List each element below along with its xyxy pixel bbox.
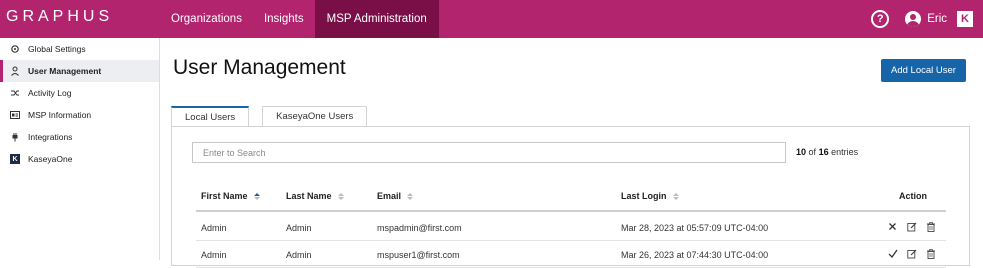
tab-local-users[interactable]: Local Users [171,106,250,127]
main-nav: Organizations Insights MSP Administratio… [160,0,439,38]
x-icon[interactable] [887,221,898,232]
sort-ascending-icon [253,192,260,200]
id-card-icon [10,110,20,120]
entries-shown: 10 [796,147,807,157]
cell-last-login: Mar 26, 2023 at 07:44:30 UTC-04:00 [621,250,769,260]
sidebar-item-label: MSP Information [28,110,92,120]
user-avatar-icon [905,11,922,27]
cell-email: mspadmin@first.com [377,223,462,233]
edit-icon[interactable] [906,221,917,232]
column-label: First Name [201,191,248,201]
column-header-last-name[interactable]: Last Name [286,191,344,201]
row-actions [887,248,936,259]
nav-organizations[interactable]: Organizations [160,0,253,38]
check-icon[interactable] [887,248,898,259]
add-local-user-button[interactable]: Add Local User [881,59,966,82]
column-label: Last Name [286,191,332,201]
top-navigation-bar: GRAPHUS Organizations Insights MSP Admin… [0,0,983,38]
sidebar-item-user-management[interactable]: User Management [0,60,159,82]
cell-first-name: Admin [201,223,227,233]
sidebar-item-label: Activity Log [28,88,72,98]
graphus-logo[interactable]: GRAPHUS [6,8,113,26]
logo-text: GRAPHUS [6,8,114,25]
nav-msp-administration[interactable]: MSP Administration [314,0,439,38]
column-header-last-login[interactable]: Last Login [621,191,679,201]
sidebar-item-integrations[interactable]: Integrations [0,126,159,148]
user-tabs: Local Users KaseyaOne Users [171,106,368,127]
trash-icon[interactable] [925,221,936,232]
sidebar: Global Settings User Management Activity… [0,38,160,260]
sort-icon [407,192,414,200]
cell-last-name: Admin [286,223,312,233]
sidebar-item-activity-log[interactable]: Activity Log [0,82,159,104]
sidebar-item-label: KaseyaOne [28,154,73,164]
kaseya-icon: K [10,154,20,164]
user-name: Eric [927,13,947,25]
cell-last-name: Admin [286,250,312,260]
sidebar-item-kaseyaone[interactable]: K KaseyaOne [0,148,159,170]
entries-of: of [808,147,817,157]
column-label: Email [377,191,402,201]
entries-suffix: entries [831,147,859,157]
cell-first-name: Admin [201,250,227,260]
plug-icon [10,132,20,142]
nav-insights[interactable]: Insights [253,0,315,38]
row-actions [887,221,936,232]
column-header-action: Action [899,191,927,201]
column-label: Action [899,191,927,201]
user-icon [10,66,20,76]
sidebar-item-label: Global Settings [28,44,86,54]
sidebar-item-label: Integrations [28,132,73,142]
edit-icon[interactable] [906,248,917,259]
column-header-first-name[interactable]: First Name [201,191,260,201]
help-icon[interactable]: ? [871,10,890,28]
sort-icon [337,192,344,200]
search-input[interactable] [192,142,786,163]
sort-icon [672,192,679,200]
kaseya-icon[interactable]: K [957,11,973,27]
table-row: Admin Admin mspadmin@first.com Mar 28, 2… [196,214,946,241]
table-row: Admin Admin mspuser1@first.com Mar 26, 2… [196,241,946,268]
kaseya-icon-glyph: K [10,154,20,164]
shuffle-icon [10,88,20,98]
column-header-email[interactable]: Email [377,191,414,201]
top-right-controls: ? Eric K [871,0,973,38]
cell-email: mspuser1@first.com [377,250,460,260]
column-label: Last Login [621,191,667,201]
user-menu[interactable]: Eric [905,11,947,27]
tab-kaseyaone-users[interactable]: KaseyaOne Users [262,106,368,127]
entries-total: 16 [818,147,829,157]
sidebar-item-label: User Management [28,66,102,76]
page-title: User Management [173,56,346,79]
trash-icon[interactable] [925,248,936,259]
sidebar-item-global-settings[interactable]: Global Settings [0,38,159,60]
sidebar-item-msp-information[interactable]: MSP Information [0,104,159,126]
cell-last-login: Mar 28, 2023 at 05:57:09 UTC-04:00 [621,223,769,233]
table-header: First Name Last Name Email Last Login Ac… [196,188,946,212]
gear-icon [10,44,20,54]
entries-count: 10 of 16 entries [796,147,858,157]
